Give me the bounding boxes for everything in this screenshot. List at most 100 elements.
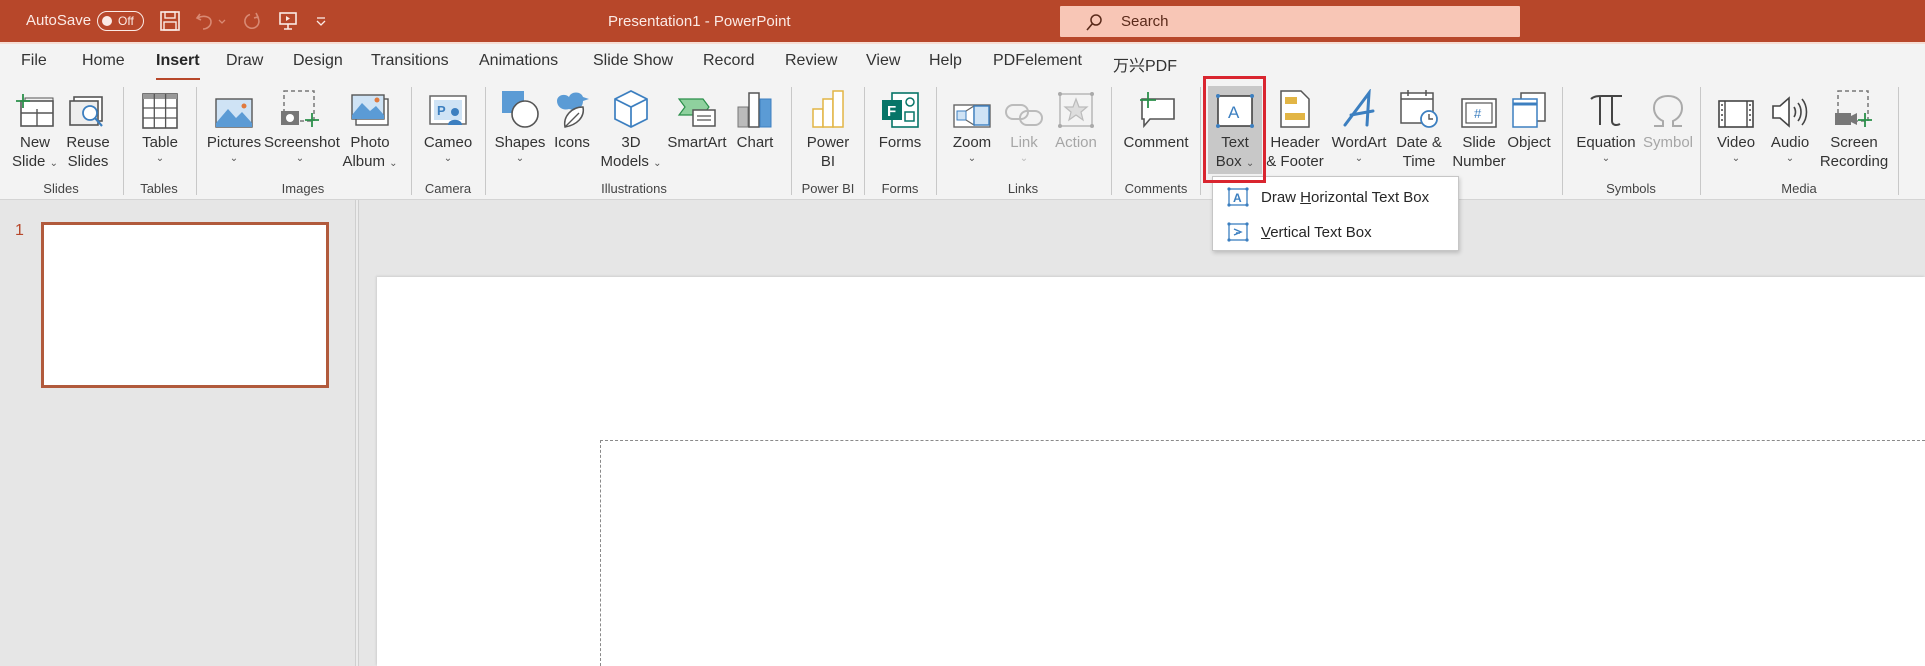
- reuse-slides-icon: [64, 84, 112, 129]
- text-box-label-1: Text: [1221, 134, 1249, 151]
- zoom-label: Zoom: [952, 134, 992, 151]
- reuse-slides-button[interactable]: Reuse Slides: [64, 84, 112, 171]
- svg-text:#: #: [1474, 106, 1482, 121]
- forms-icon: F: [872, 84, 928, 129]
- chevron-down-icon: ⌄: [49, 158, 58, 169]
- save-icon[interactable]: [159, 10, 181, 32]
- forms-button[interactable]: F Forms: [872, 84, 928, 152]
- tab-help[interactable]: Help: [929, 52, 962, 70]
- shapes-button[interactable]: Shapes ⌄: [492, 84, 548, 166]
- undo-dropdown-icon[interactable]: [216, 10, 228, 32]
- tab-wondershare-pdf[interactable]: 万兴PDF: [1113, 52, 1177, 76]
- comment-button[interactable]: Comment: [1120, 84, 1192, 152]
- group-separator: [1562, 87, 1563, 195]
- pictures-label: Pictures: [206, 134, 262, 151]
- tab-record[interactable]: Record: [703, 52, 755, 70]
- search-box[interactable]: Search: [1060, 6, 1520, 37]
- date-time-icon: [1390, 84, 1448, 129]
- chart-button[interactable]: Chart: [732, 84, 778, 152]
- tab-animations[interactable]: Animations: [479, 52, 558, 70]
- equation-icon: [1570, 84, 1642, 129]
- omega-icon: [1640, 84, 1696, 129]
- tab-transitions[interactable]: Transitions: [371, 52, 449, 70]
- pane-splitter[interactable]: [356, 200, 359, 666]
- customize-qat-icon[interactable]: [314, 10, 336, 32]
- tab-draw[interactable]: Draw: [226, 52, 263, 70]
- redo-icon[interactable]: [241, 10, 263, 32]
- tab-view[interactable]: View: [866, 52, 900, 70]
- action-icon: [1048, 84, 1104, 129]
- header-footer-label-2: & Footer: [1266, 153, 1324, 170]
- 3d-models-label-1: 3D: [621, 134, 641, 151]
- zoom-button[interactable]: Zoom ⌄: [944, 84, 1000, 166]
- tab-review[interactable]: Review: [785, 52, 837, 70]
- photo-album-button[interactable]: Photo Album ⌄: [338, 84, 402, 173]
- wordart-button[interactable]: WordArt ⌄: [1328, 84, 1390, 166]
- menu-item-vertical-text-box[interactable]: Vertical Text Box: [1213, 215, 1458, 249]
- new-slide-label-1: New: [19, 134, 50, 151]
- tab-file[interactable]: File: [21, 52, 47, 70]
- ribbon: New Slide ⌄ Reuse Slides Slides Table ⌄ …: [0, 80, 1925, 200]
- tab-insert[interactable]: Insert: [156, 52, 200, 70]
- power-bi-icon: [800, 84, 856, 129]
- group-label-media: Media: [1781, 181, 1817, 196]
- action-button[interactable]: Action: [1048, 84, 1104, 152]
- content-placeholder[interactable]: [600, 440, 1925, 666]
- 3d-models-button[interactable]: 3D Models ⌄: [596, 84, 666, 173]
- autosave-toggle[interactable]: Off: [97, 11, 144, 31]
- chevron-down-icon: ⌄: [1601, 153, 1611, 164]
- icons-button[interactable]: Icons: [550, 84, 594, 152]
- menu-item-draw-horizontal-text-box[interactable]: A Draw Horizontal Text Box: [1213, 180, 1458, 214]
- screen-recording-button[interactable]: Screen Recording: [1818, 84, 1890, 171]
- link-button[interactable]: Link ⌄: [1002, 84, 1046, 166]
- group-label-forms: Forms: [881, 181, 919, 196]
- text-box-label-2: Box: [1215, 153, 1242, 170]
- object-button[interactable]: Object: [1502, 84, 1556, 152]
- date-time-label-1: Date &: [1396, 134, 1442, 151]
- header-footer-button[interactable]: Header & Footer: [1264, 84, 1326, 171]
- slide-thumbnail-pane: 1: [0, 200, 356, 666]
- icons-icon: [550, 84, 594, 129]
- tab-home[interactable]: Home: [82, 52, 125, 70]
- autosave-label: AutoSave: [26, 12, 92, 29]
- smartart-button[interactable]: SmartArt: [666, 84, 728, 152]
- tab-slide-show[interactable]: Slide Show: [593, 52, 673, 70]
- undo-icon[interactable]: [194, 10, 216, 32]
- smartart-label: SmartArt: [667, 134, 727, 151]
- video-icon: [1710, 84, 1762, 129]
- pictures-icon: [206, 84, 262, 129]
- screen-recording-icon: [1818, 84, 1890, 129]
- pictures-button[interactable]: Pictures ⌄: [206, 84, 262, 166]
- date-time-button[interactable]: Date & Time: [1390, 84, 1448, 171]
- screen-recording-label-2: Recording: [1819, 153, 1889, 170]
- slide-number: 1: [15, 222, 24, 239]
- table-button[interactable]: Table ⌄: [134, 84, 186, 166]
- comment-label: Comment: [1123, 134, 1189, 151]
- audio-button[interactable]: Audio ⌄: [1764, 84, 1816, 166]
- text-box-button[interactable]: A Text Box ⌄: [1208, 84, 1262, 173]
- equation-button[interactable]: Equation ⌄: [1570, 84, 1642, 166]
- table-label: Table: [142, 134, 178, 151]
- photo-album-label-1: Photo: [350, 134, 390, 151]
- new-slide-button[interactable]: New Slide ⌄: [8, 84, 62, 173]
- cameo-button[interactable]: P Cameo ⌄: [420, 84, 476, 166]
- tab-design[interactable]: Design: [293, 52, 343, 70]
- screenshot-button[interactable]: Screenshot ⌄: [264, 84, 340, 166]
- horizontal-text-box-icon: A: [1227, 187, 1249, 207]
- slide-number-button[interactable]: # Slide Number: [1448, 84, 1510, 171]
- object-label: Object: [1507, 134, 1551, 151]
- video-button[interactable]: Video ⌄: [1710, 84, 1762, 166]
- forms-label: Forms: [878, 134, 922, 151]
- search-placeholder: Search: [1121, 13, 1169, 30]
- power-bi-button[interactable]: Power BI: [800, 84, 856, 171]
- group-label-comments: Comments: [1124, 181, 1188, 196]
- group-separator: [936, 87, 937, 195]
- tab-pdfelement[interactable]: PDFelement: [993, 52, 1082, 70]
- symbol-button[interactable]: Symbol: [1640, 84, 1696, 152]
- group-separator: [1111, 87, 1112, 195]
- group-separator: [196, 87, 197, 195]
- cameo-label: Cameo: [423, 134, 473, 151]
- slide-thumbnail[interactable]: [41, 222, 329, 388]
- present-from-beginning-icon[interactable]: [277, 10, 299, 32]
- chevron-down-icon: ⌄: [653, 158, 662, 169]
